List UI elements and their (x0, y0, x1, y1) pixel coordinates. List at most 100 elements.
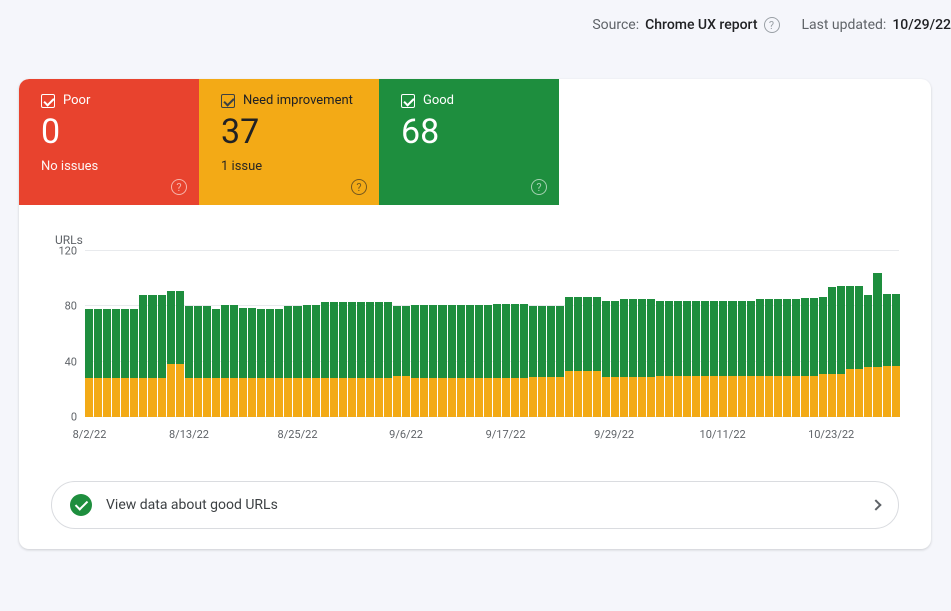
bar (864, 251, 872, 417)
bar (94, 251, 102, 417)
bar (674, 251, 682, 417)
tile-subtext: 1 issue (221, 159, 361, 174)
meta-updated: Last updated: 10/29/22 (802, 17, 951, 33)
tile-need-improvement[interactable]: Need improvement 37 1 issue ? (199, 79, 379, 205)
bar (520, 251, 528, 417)
bar (846, 251, 854, 417)
status-tiles: Poor 0 No issues ? Need improvement 37 1… (19, 79, 559, 205)
bar (303, 251, 311, 417)
bar (429, 251, 437, 417)
x-tick: 9/29/22 (594, 428, 634, 441)
y-tick: 80 (65, 300, 77, 313)
x-tick: 10/23/22 (808, 428, 854, 441)
cwv-card: Poor 0 No issues ? Need improvement 37 1… (19, 79, 931, 549)
bar (683, 251, 691, 417)
y-tick: 40 (65, 355, 77, 368)
bar (529, 251, 537, 417)
bar (565, 251, 573, 417)
help-icon[interactable]: ? (531, 179, 547, 195)
bar (339, 251, 347, 417)
bar (212, 251, 220, 417)
bar (502, 251, 510, 417)
bar (148, 251, 156, 417)
bar (719, 251, 727, 417)
bar (321, 251, 329, 417)
meta-updated-label: Last updated: (802, 17, 887, 33)
bar (393, 251, 401, 417)
bar (593, 251, 601, 417)
bar (538, 251, 546, 417)
check-circle-icon (70, 494, 92, 516)
bar (656, 251, 664, 417)
bar (85, 251, 93, 417)
bar (728, 251, 736, 417)
bar (466, 251, 474, 417)
bar (629, 251, 637, 417)
bar (239, 251, 247, 417)
bar (194, 251, 202, 417)
bar (574, 251, 582, 417)
bar (756, 251, 764, 417)
bar (312, 251, 320, 417)
x-tick: 9/6/22 (389, 428, 423, 441)
bar (583, 251, 591, 417)
bar (511, 251, 519, 417)
checkbox-icon[interactable] (401, 94, 415, 108)
bar (448, 251, 456, 417)
bar (130, 251, 138, 417)
bar (710, 251, 718, 417)
bar (837, 251, 845, 417)
bar (475, 251, 483, 417)
tile-poor[interactable]: Poor 0 No issues ? (19, 79, 199, 205)
bar (855, 251, 863, 417)
tile-count: 0 (41, 114, 181, 151)
x-tick: 8/25/22 (278, 428, 318, 441)
bar (873, 251, 881, 417)
bar (765, 251, 773, 417)
y-tick: 120 (58, 245, 77, 258)
bar (257, 251, 265, 417)
bar (602, 251, 610, 417)
bar (747, 251, 755, 417)
bar (493, 251, 501, 417)
bar (203, 251, 211, 417)
x-axis: 8/2/228/13/228/25/229/6/229/17/229/29/22… (85, 421, 899, 441)
bar (738, 251, 746, 417)
bar (348, 251, 356, 417)
tile-good[interactable]: Good 68 ? (379, 79, 559, 205)
meta-source-label: Source: (592, 17, 639, 33)
bar (828, 251, 836, 417)
bar (638, 251, 646, 417)
bar (167, 251, 175, 417)
bar (783, 251, 791, 417)
bar (158, 251, 166, 417)
bar (375, 251, 383, 417)
bar (121, 251, 129, 417)
help-icon[interactable]: ? (171, 179, 187, 195)
checkbox-icon[interactable] (41, 94, 55, 108)
view-good-urls-chip[interactable]: View data about good URLs (51, 481, 899, 529)
checkbox-icon[interactable] (221, 94, 235, 108)
bar (185, 251, 193, 417)
bar (284, 251, 292, 417)
bar (547, 251, 555, 417)
tile-count: 37 (221, 114, 361, 151)
bar (484, 251, 492, 417)
meta-source-value: Chrome UX report (645, 17, 757, 33)
x-tick: 8/2/22 (73, 428, 107, 441)
bar (620, 251, 628, 417)
help-icon[interactable]: ? (351, 179, 367, 195)
bar (230, 251, 238, 417)
x-tick: 8/13/22 (169, 428, 209, 441)
bar (402, 251, 410, 417)
bar (139, 251, 147, 417)
bar (892, 251, 900, 417)
bar (701, 251, 709, 417)
bar (366, 251, 374, 417)
help-icon[interactable]: ? (764, 17, 780, 33)
bar (103, 251, 111, 417)
bar (357, 251, 365, 417)
bar (810, 251, 818, 417)
bar (112, 251, 120, 417)
bar (883, 251, 891, 417)
